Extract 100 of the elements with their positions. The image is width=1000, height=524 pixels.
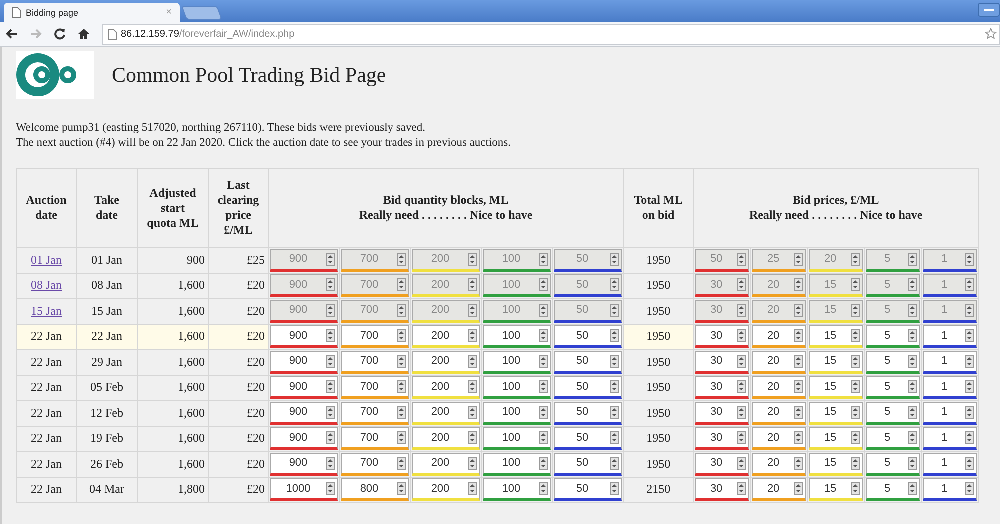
spinner-icon[interactable] — [397, 304, 406, 317]
spinner-icon[interactable] — [908, 380, 918, 394]
spinner-icon[interactable] — [965, 354, 974, 368]
quantity-field[interactable]: 100 — [483, 376, 551, 400]
spinner-icon[interactable] — [965, 380, 974, 394]
price-field[interactable]: 15 — [809, 350, 864, 374]
spinner-icon[interactable] — [397, 329, 406, 342]
spinner-icon[interactable] — [851, 380, 860, 394]
spinner-icon[interactable] — [610, 304, 620, 317]
price-field[interactable]: 15 — [809, 402, 864, 425]
spinner-icon[interactable] — [610, 380, 620, 394]
spinner-icon[interactable] — [610, 406, 620, 419]
spinner-icon[interactable] — [326, 329, 335, 342]
price-field[interactable]: 5 — [866, 350, 920, 374]
spinner-icon[interactable] — [737, 304, 746, 317]
quantity-field[interactable]: 800 — [341, 478, 409, 502]
spinner-icon[interactable] — [468, 329, 477, 342]
spinner-icon[interactable] — [326, 456, 335, 470]
quantity-field[interactable]: 200 — [412, 452, 480, 476]
address-bar[interactable]: 86.12.159.79/foreverfair_AW/index.php — [102, 24, 1000, 44]
quantity-field[interactable]: 50 — [554, 376, 622, 400]
spinner-icon[interactable] — [610, 278, 620, 292]
price-field[interactable]: 5 — [866, 478, 920, 502]
spinner-icon[interactable] — [610, 456, 620, 470]
quantity-field[interactable]: 900 — [270, 402, 338, 425]
spinner-icon[interactable] — [468, 252, 477, 266]
quantity-field[interactable]: 700 — [341, 402, 409, 425]
price-field[interactable]: 15 — [809, 376, 864, 400]
quantity-field[interactable]: 100 — [483, 478, 551, 502]
quantity-field[interactable]: 200 — [412, 478, 480, 502]
spinner-icon[interactable] — [468, 278, 477, 292]
price-field[interactable]: 1 — [923, 427, 978, 450]
spinner-icon[interactable] — [794, 304, 804, 317]
spinner-icon[interactable] — [851, 431, 860, 444]
spinner-icon[interactable] — [539, 329, 548, 342]
quantity-field[interactable]: 50 — [554, 325, 622, 348]
price-field[interactable]: 30 — [695, 402, 750, 425]
quantity-field[interactable]: 100 — [483, 402, 551, 425]
price-field[interactable]: 1 — [923, 350, 978, 374]
quantity-field[interactable]: 900 — [270, 325, 338, 348]
spinner-icon[interactable] — [737, 329, 746, 342]
quantity-field[interactable]: 200 — [412, 427, 480, 450]
quantity-field[interactable]: 200 — [412, 376, 480, 400]
spinner-icon[interactable] — [539, 252, 548, 266]
spinner-icon[interactable] — [794, 380, 804, 394]
spinner-icon[interactable] — [851, 278, 860, 292]
price-field[interactable]: 30 — [695, 478, 750, 502]
price-field[interactable]: 1 — [923, 452, 978, 476]
spinner-icon[interactable] — [737, 278, 746, 292]
price-field[interactable]: 5 — [866, 452, 920, 476]
quantity-field[interactable]: 900 — [270, 452, 338, 476]
spinner-icon[interactable] — [539, 456, 548, 470]
spinner-icon[interactable] — [851, 482, 860, 496]
spinner-icon[interactable] — [397, 354, 406, 368]
spinner-icon[interactable] — [326, 278, 335, 292]
spinner-icon[interactable] — [468, 456, 477, 470]
quantity-field[interactable]: 200 — [412, 325, 480, 348]
quantity-field[interactable]: 900 — [270, 427, 338, 450]
quantity-field[interactable]: 50 — [554, 452, 622, 476]
spinner-icon[interactable] — [737, 252, 746, 266]
spinner-icon[interactable] — [610, 482, 620, 496]
price-field[interactable]: 30 — [695, 350, 750, 374]
quantity-field[interactable]: 50 — [554, 427, 622, 450]
spinner-icon[interactable] — [794, 354, 804, 368]
quantity-field[interactable]: 700 — [341, 350, 409, 374]
quantity-field[interactable]: 100 — [483, 325, 551, 348]
spinner-icon[interactable] — [908, 354, 918, 368]
quantity-field[interactable]: 1000 — [270, 478, 338, 502]
spinner-icon[interactable] — [468, 380, 477, 394]
quantity-field[interactable]: 700 — [341, 325, 409, 348]
reload-icon[interactable] — [54, 28, 66, 40]
spinner-icon[interactable] — [794, 431, 804, 444]
spinner-icon[interactable] — [397, 456, 406, 470]
spinner-icon[interactable] — [737, 406, 746, 419]
spinner-icon[interactable] — [539, 304, 548, 317]
spinner-icon[interactable] — [908, 431, 918, 444]
spinner-icon[interactable] — [610, 329, 620, 342]
quantity-field[interactable]: 50 — [554, 478, 622, 502]
price-field[interactable]: 20 — [752, 376, 806, 400]
price-field[interactable]: 5 — [866, 402, 920, 425]
price-field[interactable]: 30 — [695, 427, 750, 450]
spinner-icon[interactable] — [610, 252, 620, 266]
spinner-icon[interactable] — [397, 252, 406, 266]
spinner-icon[interactable] — [326, 380, 335, 394]
spinner-icon[interactable] — [851, 329, 860, 342]
price-field[interactable]: 30 — [695, 376, 750, 400]
spinner-icon[interactable] — [965, 304, 974, 317]
spinner-icon[interactable] — [539, 431, 548, 444]
price-field[interactable]: 5 — [866, 325, 920, 348]
spinner-icon[interactable] — [539, 278, 548, 292]
price-field[interactable]: 1 — [923, 376, 978, 400]
spinner-icon[interactable] — [794, 278, 804, 292]
spinner-icon[interactable] — [794, 406, 804, 419]
spinner-icon[interactable] — [908, 329, 918, 342]
quantity-field[interactable]: 700 — [341, 452, 409, 476]
spinner-icon[interactable] — [851, 354, 860, 368]
spinner-icon[interactable] — [326, 304, 335, 317]
price-field[interactable]: 1 — [923, 325, 978, 348]
spinner-icon[interactable] — [908, 278, 918, 292]
spinner-icon[interactable] — [468, 431, 477, 444]
